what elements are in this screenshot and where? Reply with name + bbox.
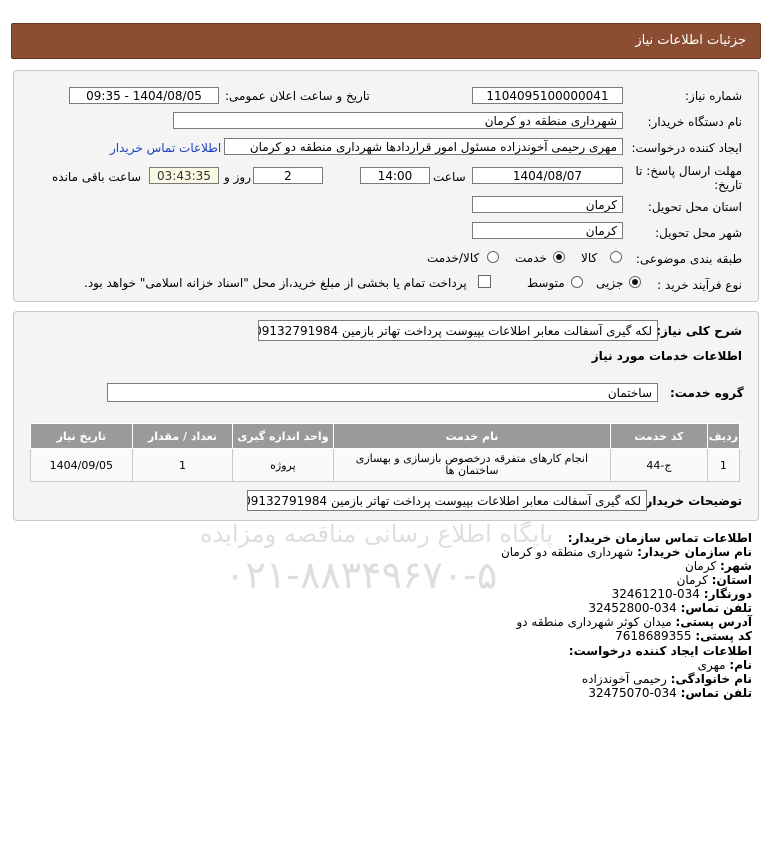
cell-row: 1 (706, 448, 741, 482)
contact-org: نام سازمان خریدار: شهرداری منطقه دو کرما… (500, 545, 752, 559)
deadline-time-label: ساعت (433, 170, 466, 184)
deadline-time-field: 14:00 (360, 167, 430, 184)
process-radio-minor[interactable] (629, 276, 641, 288)
cell-code: ج-44 (610, 448, 708, 482)
description-field: لکه گیری آسفالت معابر اطلاعات بپیوست پرد… (258, 320, 658, 341)
col-qty: تعداد / مقدار (131, 423, 234, 449)
cell-date: 1404/09/05 (30, 448, 133, 482)
deadline-label: مهلت ارسال پاسخ: تا (635, 164, 742, 178)
contact-address: آدرس پستی: میدان کوثر شهرداری منطقه دو (516, 615, 752, 629)
contact-phone: تلفن تماس: 034-32452800 (588, 601, 752, 615)
province-label: استان محل تحویل: (647, 200, 742, 214)
contact-heading: اطلاعات تماس سازمان خریدار: (567, 531, 752, 545)
service-group-field: ساختمان (107, 383, 658, 402)
remaining-label: ساعت باقی مانده (52, 170, 142, 184)
category-option-goods-service: کالا/خدمت (427, 251, 480, 265)
buyer-notes-label: توضیحات خریدار: (640, 494, 742, 508)
buyer-field: شهرداری منطقه دو کرمان (173, 112, 623, 129)
creator-field: مهری رحیمی آخوندزاده مسئول امور قرارداده… (224, 138, 623, 155)
creator-phone: تلفن تماس: 034-32475070 (588, 686, 752, 700)
cell-unit: پروژه (232, 448, 334, 482)
deadline-date-field: 1404/08/07 (472, 167, 623, 184)
cell-name: انجام کارهای متفرقه درخصوص بازسازی و بهس… (332, 448, 612, 482)
creator-heading: اطلاعات ایجاد کننده درخواست: (568, 644, 752, 658)
cell-qty: 1 (131, 448, 234, 482)
process-option-medium: متوسط (527, 276, 565, 290)
watermark-line2: ۰۲۱-۸۸۳۴۹۶۷۰-۵ (225, 553, 498, 597)
creator-label: ایجاد کننده درخواست: (631, 141, 742, 155)
process-label: نوع فرآیند خرید : (657, 278, 742, 292)
process-radio-medium[interactable] (571, 276, 583, 288)
days-field: 2 (253, 167, 323, 184)
contact-province: استان: کرمان (676, 573, 752, 587)
province-field: کرمان (472, 196, 623, 213)
contact-fax: دورنگار: 034-32461210 (611, 587, 752, 601)
buyer-notes-field: لکه گیری آسفالت معابر اطلاعات بپیوست پرد… (247, 490, 647, 511)
service-group-label: گروه خدمت: (670, 386, 744, 400)
buyer-contact-link[interactable]: اطلاعات تماس خریدار (110, 141, 221, 155)
need-number-label: شماره نیاز: (685, 89, 742, 103)
col-row: ردیف (706, 423, 741, 449)
page-title-bar: جزئیات اطلاعات نیاز (11, 23, 761, 59)
announce-field: 1404/08/05 - 09:35 (69, 87, 219, 104)
deadline-label-2: تاریخ: (714, 178, 742, 192)
announce-label: تاریخ و ساعت اعلان عمومی: (225, 89, 370, 103)
category-option-service: خدمت (515, 251, 547, 265)
treasury-payment-label: پرداخت تمام یا بخشی از مبلغ خرید،از محل … (84, 276, 467, 290)
col-unit: واحد اندازه گیری (232, 423, 334, 449)
creator-family: نام خانوادگی: رحیمی آخوندزاده (581, 672, 752, 686)
buyer-label: نام دستگاه خریدار: (647, 115, 743, 129)
treasury-payment-checkbox[interactable] (478, 275, 491, 288)
col-name: نام خدمت (332, 423, 612, 449)
table-row: 1 ج-44 انجام کارهای متفرقه درخصوص بازساز… (30, 448, 741, 482)
category-radio-goods-service[interactable] (487, 251, 499, 263)
col-code: کد خدمت (610, 423, 708, 449)
services-table: ردیف کد خدمت نام خدمت واحد اندازه گیری ت… (30, 423, 741, 482)
services-heading: اطلاعات خدمات مورد نیاز (591, 349, 742, 363)
watermark-line1: پایگاه اطلاع رسانی مناقصه ومزایده (200, 520, 554, 548)
description-label: شرح کلی نیاز: (656, 324, 742, 338)
days-label: روز و (224, 170, 251, 184)
city-field: کرمان (472, 222, 623, 239)
category-radio-service[interactable] (553, 251, 565, 263)
creator-name: نام: مهری (697, 658, 752, 672)
city-label: شهر محل تحویل: (655, 226, 742, 240)
contact-postal: کد پستی: 7618689355 (615, 629, 752, 643)
process-option-minor: جزیی (596, 276, 624, 290)
category-option-goods: کالا (581, 251, 598, 265)
category-radio-goods[interactable] (610, 251, 622, 263)
category-label: طبقه بندی موضوعی: (635, 252, 742, 266)
need-info-panel (13, 70, 759, 302)
contact-city: شهر: کرمان (684, 559, 752, 573)
page-title: جزئیات اطلاعات نیاز (635, 33, 746, 48)
col-date: تاریخ نیاز (30, 423, 133, 449)
services-table-header: ردیف کد خدمت نام خدمت واحد اندازه گیری ت… (30, 423, 741, 449)
remaining-time-field: 03:43:35 (149, 167, 219, 184)
need-number-field: 1104095100000041 (472, 87, 623, 104)
